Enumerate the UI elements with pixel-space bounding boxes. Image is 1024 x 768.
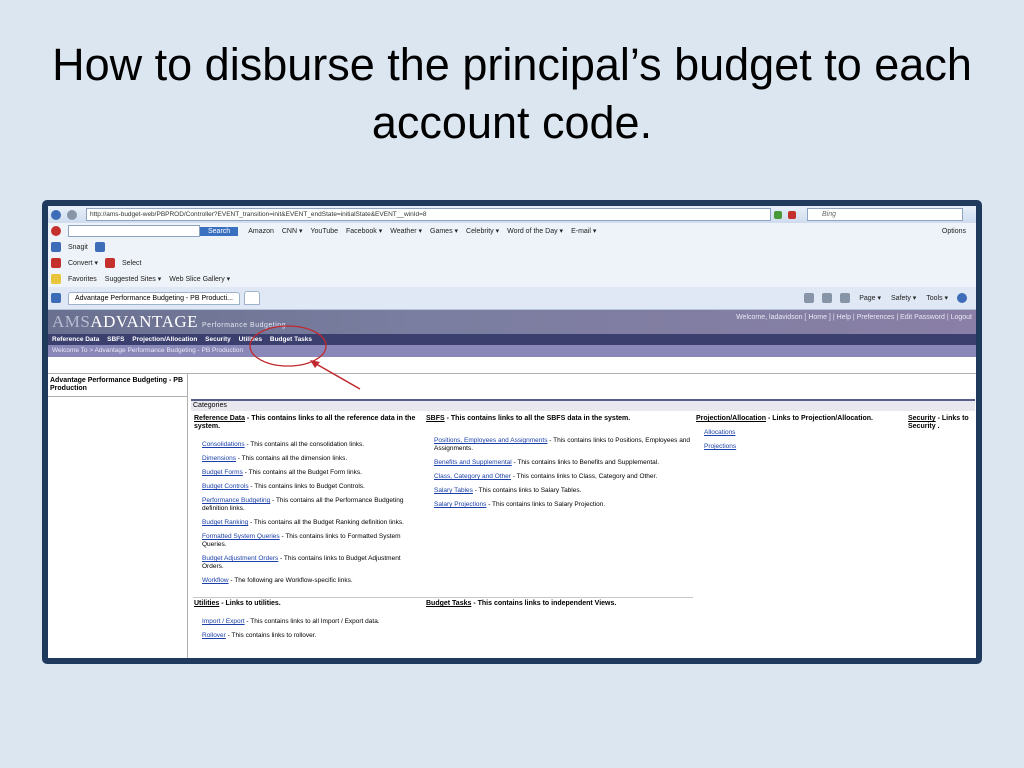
- screenshot-frame: http://ams-budget-web/PBPROD/Controller?…: [42, 200, 982, 664]
- browser-window: http://ams-budget-web/PBPROD/Controller?…: [48, 206, 976, 658]
- slide-title: How to disburse the principal’s budget t…: [52, 39, 972, 148]
- budget-tasks-highlight-circle: [249, 325, 327, 367]
- annotation-arrowhead: [310, 360, 320, 368]
- annotation-arrow: [310, 360, 361, 390]
- annotation-overlay: [249, 325, 361, 390]
